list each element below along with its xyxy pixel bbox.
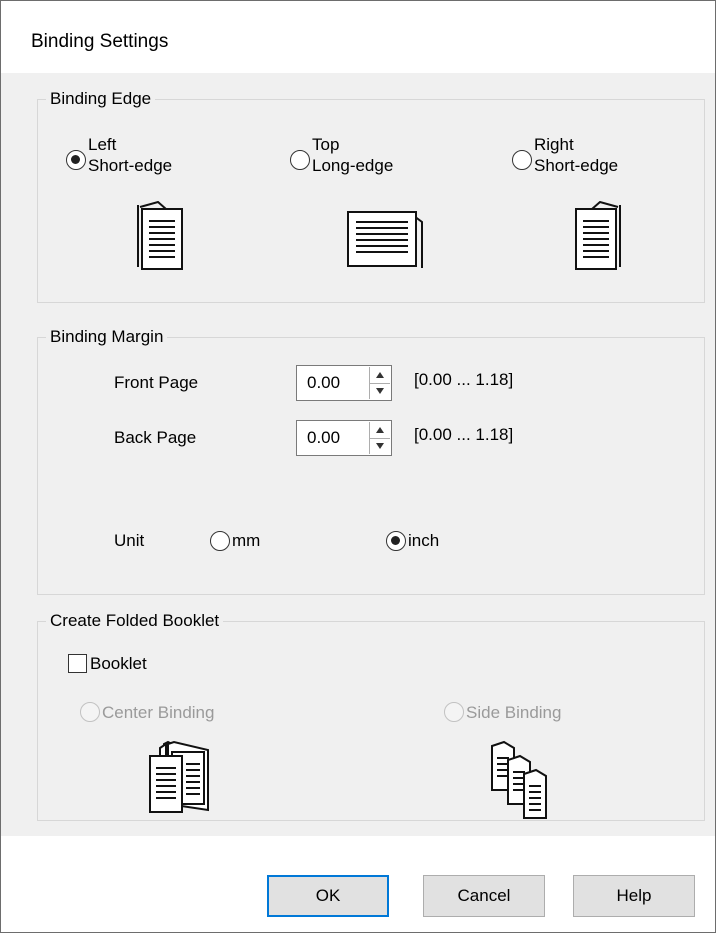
front-page-label: Front Page [114, 373, 199, 392]
side-binding-label[interactable]: Side Binding [466, 702, 561, 723]
unit-label: Unit [114, 531, 145, 550]
binding-margin-legend: Binding Margin [46, 327, 168, 347]
folded-booklet-group: Create Folded Booklet Booklet Center Bin… [37, 611, 705, 821]
front-page-range: [0.00 ... 1.18] [414, 370, 514, 389]
help-button[interactable]: Help [573, 875, 695, 917]
ok-button[interactable]: OK [267, 875, 389, 917]
back-page-range: [0.00 ... 1.18] [414, 425, 514, 444]
binding-margin-group: Binding Margin Front Page 0.00 [0.00 ...… [37, 327, 705, 595]
spin-up-icon[interactable] [370, 422, 390, 439]
binding-edge-group: Binding Edge Left Short-edge Top Long-ed… [37, 89, 705, 303]
unit-inch-label[interactable]: inch [408, 530, 439, 551]
center-binding-booklet-icon [149, 740, 209, 813]
front-page-spinbox[interactable]: 0.00 [296, 365, 392, 401]
binding-top-label[interactable]: Top Long-edge [312, 134, 393, 176]
left-binding-document-icon [137, 201, 183, 270]
dialog-title: Binding Settings [31, 31, 169, 52]
unit-inch-radio[interactable] [386, 531, 406, 551]
booklet-checkbox[interactable] [68, 654, 87, 673]
spin-up-icon[interactable] [370, 367, 390, 384]
front-page-spin-arrows[interactable] [369, 367, 390, 399]
spin-down-icon[interactable] [370, 383, 390, 399]
binding-left-radio[interactable] [66, 150, 86, 170]
back-page-spinbox[interactable]: 0.00 [296, 420, 392, 456]
center-binding-label[interactable]: Center Binding [102, 702, 214, 723]
folded-booklet-legend: Create Folded Booklet [46, 611, 224, 631]
right-binding-document-icon [575, 201, 621, 270]
cancel-button[interactable]: Cancel [423, 875, 545, 917]
side-binding-radio[interactable] [444, 702, 464, 722]
back-page-spin-arrows[interactable] [369, 422, 390, 454]
binding-right-radio[interactable] [512, 150, 532, 170]
back-page-value[interactable]: 0.00 [307, 428, 340, 448]
binding-right-label[interactable]: Right Short-edge [534, 134, 618, 176]
back-page-label: Back Page [114, 428, 197, 447]
center-binding-radio[interactable] [80, 702, 100, 722]
unit-mm-label[interactable]: mm [232, 530, 260, 551]
dialog-title-bar: Binding Settings [1, 1, 715, 73]
binding-settings-dialog: Binding Settings Binding Edge Left Short… [0, 0, 716, 933]
binding-top-radio[interactable] [290, 150, 310, 170]
front-page-value[interactable]: 0.00 [307, 373, 340, 393]
booklet-checkbox-label[interactable]: Booklet [90, 653, 147, 674]
top-binding-document-icon [347, 211, 423, 268]
binding-left-label[interactable]: Left Short-edge [88, 134, 172, 176]
unit-mm-radio[interactable] [210, 531, 230, 551]
spin-down-icon[interactable] [370, 438, 390, 454]
side-binding-booklet-icon [491, 740, 547, 819]
binding-edge-legend: Binding Edge [46, 89, 156, 109]
